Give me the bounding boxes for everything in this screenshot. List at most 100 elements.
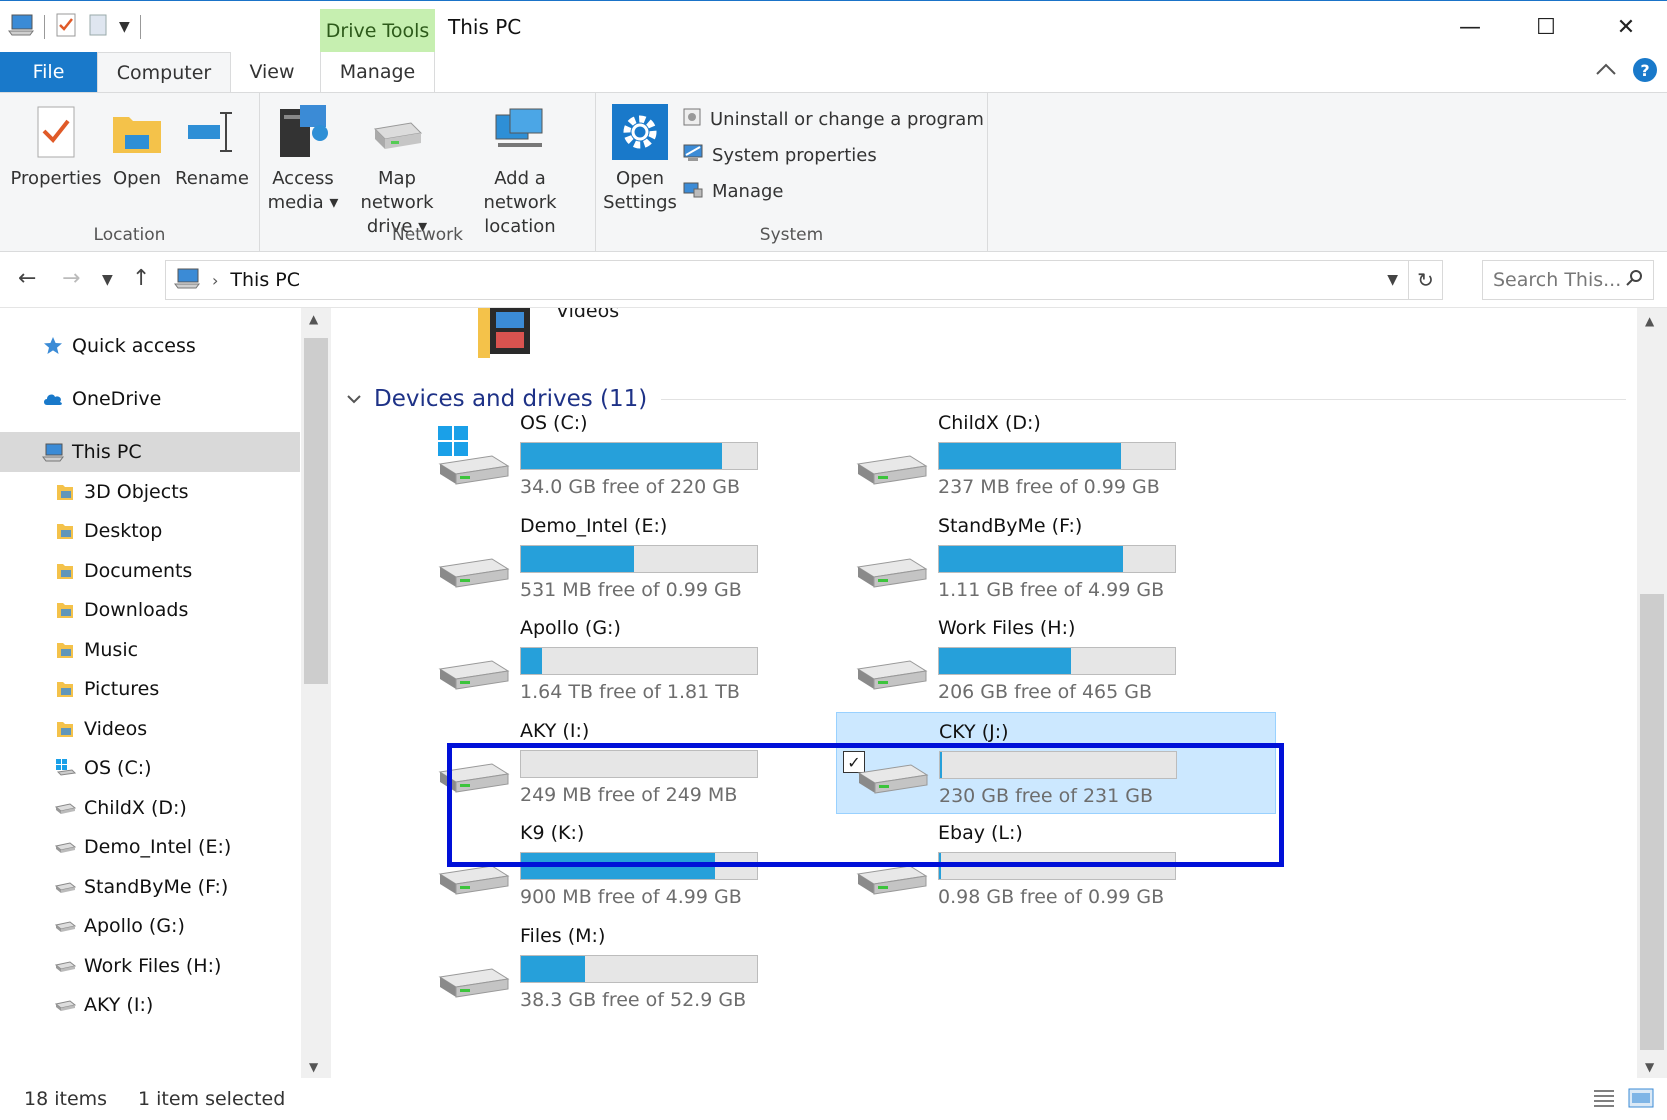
gear-icon [612,101,668,163]
sidebar-item[interactable]: AKY (I:) [0,985,300,1025]
sidebar-item[interactable]: Apollo (G:) [0,906,300,946]
tab-computer[interactable]: Computer [97,52,231,93]
sidebar-item[interactable]: 3D Objects [0,472,300,512]
drive-free-space: 206 GB free of 465 GB [938,681,1153,703]
drive-tile[interactable]: OS (C:) 34.0 GB free of 220 GB [418,404,858,506]
large-icons-view-icon[interactable] [1628,1088,1654,1113]
drive-name: Files (M:) [520,925,606,947]
up-arrow-icon[interactable]: ↑ [132,266,150,291]
ribbon: Properties Open Rename Location Access m… [0,92,1667,252]
rename-button[interactable]: Rename [172,101,252,191]
manage-button[interactable]: Manage [682,179,784,204]
properties-qat-icon[interactable] [55,13,77,41]
sidebar-item[interactable]: Demo_Intel (E:) [0,827,300,867]
sidebar-item-label: Work Files (H:) [84,955,222,977]
tab-view[interactable]: View [231,52,313,92]
sidebar-item[interactable]: Work Files (H:) [0,946,300,986]
drive-free-space: 900 MB free of 4.99 GB [520,886,742,908]
content-scroll-thumb[interactable] [1640,594,1664,1050]
ribbon-right-controls: ? [1595,58,1657,82]
drive-tile[interactable]: ✓ CKY (J:) 230 GB free of 231 GB [836,712,1276,814]
open-button[interactable]: Open [104,101,170,191]
drive-tile[interactable]: Ebay (L:) 0.98 GB free of 0.99 GB [836,814,1276,916]
sidebar-item[interactable]: OneDrive [0,379,300,419]
address-bar[interactable]: › This PC ▼ ↻ [165,260,1443,300]
details-view-icon[interactable] [1592,1088,1616,1113]
breadcrumb[interactable]: This PC [230,269,300,291]
drive-free-space: 1.64 TB free of 1.81 TB [520,681,740,703]
drive-tile[interactable]: StandByMe (F:) 1.11 GB free of 4.99 GB [836,507,1276,609]
drive-name: Work Files (H:) [938,617,1076,639]
star-icon [42,336,64,356]
refresh-icon[interactable]: ↻ [1408,261,1442,299]
new-folder-qat-icon[interactable] [87,13,109,41]
forward-arrow-icon[interactable]: → [62,266,80,291]
minimize-button[interactable]: — [1430,7,1510,47]
status-bar: 18 items 1 item selected [0,1078,1667,1120]
close-button[interactable]: ✕ [1586,7,1666,47]
drive-free-space: 1.11 GB free of 4.99 GB [938,579,1165,601]
videos-folder-icon[interactable] [476,308,546,358]
add-network-location-button[interactable]: Add a network location [456,101,584,239]
drive-name: K9 (K:) [520,822,585,844]
sidebar-item[interactable]: This PC [0,432,300,472]
properties-label: Properties [10,168,102,189]
drive-tile[interactable]: AKY (I:) 249 MB free of 249 MB [418,712,858,814]
nav-scrollbar[interactable]: ▲ ▼ [301,308,331,1078]
manage-label: Manage [712,181,784,202]
scroll-down-icon[interactable]: ▼ [309,1060,318,1074]
hard-drive-icon [434,836,514,902]
tab-file[interactable]: File [0,52,97,92]
sidebar-item[interactable]: Quick access [0,326,300,366]
uninstall-program-button[interactable]: Uninstall or change a program [682,107,984,132]
maximize-button[interactable]: ☐ [1506,7,1586,47]
sidebar-item[interactable]: ChildX (D:) [0,788,300,828]
chevron-down-icon[interactable]: ▼ [119,19,130,35]
folder-icon [54,482,76,502]
sidebar-item[interactable]: Documents [0,551,300,591]
drive-tile[interactable]: Apollo (G:) 1.64 TB free of 1.81 TB [418,609,858,711]
access-media-label: Access [272,168,334,189]
system-properties-button[interactable]: System properties [682,143,877,168]
sidebar-item[interactable]: OS (C:) [0,748,300,788]
drive-tile[interactable]: Work Files (H:) 206 GB free of 465 GB [836,609,1276,711]
drive-free-space: 34.0 GB free of 220 GB [520,476,741,498]
help-icon[interactable]: ? [1633,58,1657,82]
drive-tile[interactable]: ChildX (D:) 237 MB free of 0.99 GB [836,404,1276,506]
scroll-up-icon[interactable]: ▲ [1645,314,1654,328]
properties-button[interactable]: Properties [6,101,106,191]
back-arrow-icon[interactable]: ← [18,266,36,291]
access-media-button[interactable]: Access media ▾ [262,101,344,215]
address-dropdown-icon[interactable]: ▼ [1387,272,1398,288]
drive-usage-bar [520,852,758,880]
drive-icon [54,877,76,897]
content-scrollbar[interactable]: ▲ ▼ [1637,308,1667,1078]
scroll-down-icon[interactable]: ▼ [1645,1060,1654,1074]
sidebar-item-label: Music [84,639,139,661]
hard-drive-icon [852,836,932,902]
sidebar-item[interactable]: Pictures [0,669,300,709]
scroll-up-icon[interactable]: ▲ [309,312,318,326]
sidebar-item[interactable]: Music [0,630,300,670]
chevron-down-icon[interactable] [346,390,362,409]
access-media-label-2: media ▾ [267,192,339,213]
drive-tile[interactable]: K9 (K:) 900 MB free of 4.99 GB [418,814,858,916]
sidebar-item[interactable]: Videos [0,709,300,749]
recent-locations-chevron-icon[interactable]: ▼ [102,272,113,288]
windows-drive-icon [54,758,76,778]
drive-tile[interactable]: Demo_Intel (E:) 531 MB free of 0.99 GB [418,507,858,609]
sidebar-item-label: ChildX (D:) [84,797,187,819]
open-settings-button[interactable]: Open Settings [602,101,678,215]
nav-scroll-thumb[interactable] [304,338,328,684]
map-network-drive-button[interactable]: Map network drive ▾ [340,101,454,239]
breadcrumb-chevron-icon[interactable]: › [212,271,218,290]
sidebar-item[interactable]: Desktop [0,511,300,551]
tab-manage[interactable]: Manage [320,52,435,92]
sidebar-item[interactable]: StandByMe (F:) [0,867,300,907]
search-input[interactable]: Search This... [1482,260,1654,300]
sidebar-item[interactable]: Downloads [0,590,300,630]
drive-tile[interactable]: Files (M:) 38.3 GB free of 52.9 GB [418,917,858,1019]
drive-icon [54,995,76,1015]
collapse-ribbon-icon[interactable] [1595,61,1617,80]
sidebar-item-label: AKY (I:) [84,994,154,1016]
